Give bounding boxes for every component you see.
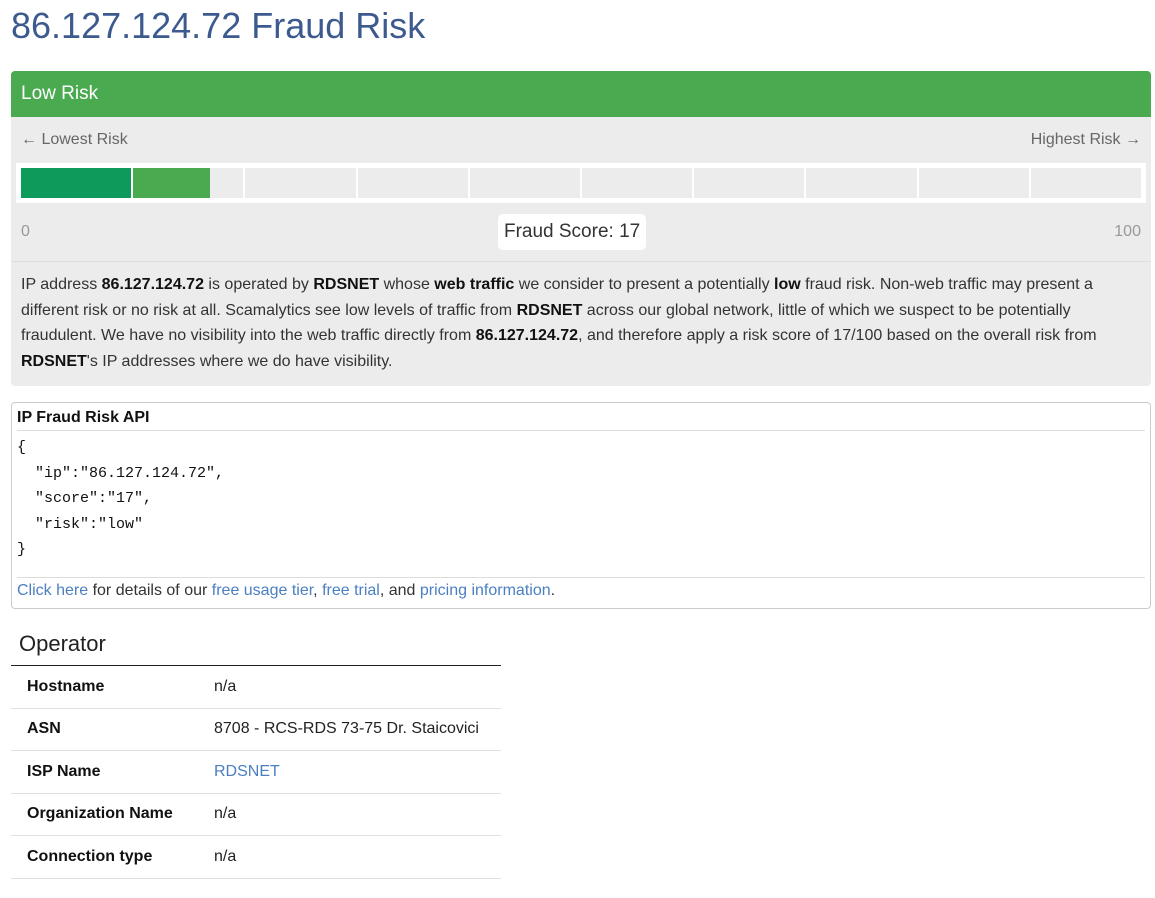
desc-web-traffic: web traffic <box>434 276 515 293</box>
desc-operator: RDSNET <box>516 301 583 319</box>
risk-description: IP address 86.127.124.72 is operated by … <box>11 261 1151 386</box>
risk-bar-segment <box>582 168 693 198</box>
scale-max-label: 100 <box>1114 223 1141 240</box>
pricing-information-link[interactable]: pricing information <box>420 582 551 599</box>
desc-text: 's IP addresses where we do have visibil… <box>86 352 393 370</box>
risk-bar-segment <box>245 168 356 198</box>
score-row: 0 Fraud Score: 17 100 <box>11 203 1151 261</box>
risk-bar-segment <box>694 168 805 198</box>
row-value: n/a <box>213 835 501 879</box>
row-key: ASN <box>11 708 213 751</box>
click-here-link[interactable]: Click here <box>17 582 88 599</box>
risk-bar-segment <box>806 168 917 198</box>
row-value: n/a <box>213 793 501 836</box>
desc-text: we consider to present a potentially <box>514 276 775 293</box>
risk-bar-segment <box>918 168 1029 198</box>
scale-min-label: 0 <box>21 223 30 240</box>
row-value: 8708 - RCS-RDS 73-75 Dr. Staicovici <box>213 708 501 751</box>
risk-scale-labels: ← Lowest Risk Highest Risk → <box>11 117 1151 163</box>
api-links-text: . <box>550 581 556 599</box>
desc-text: , and therefore apply a risk score of 17… <box>578 327 1097 344</box>
operator-title: Operator <box>11 631 501 666</box>
desc-operator: RDSNET <box>21 352 87 370</box>
risk-panel: Low Risk ← Lowest Risk Highest Risk → 0 … <box>11 71 1151 386</box>
row-value: n/a <box>213 665 501 709</box>
api-links-text: for details of our <box>88 581 212 599</box>
free-usage-tier-link[interactable]: free usage tier <box>212 582 313 599</box>
row-key: Organization Name <box>11 793 213 836</box>
api-json-sample: { "ip":"86.127.124.72", "score":"17", "r… <box>17 431 1145 578</box>
api-links-text: , and <box>379 581 420 599</box>
api-links: Click here for details of our free usage… <box>17 578 1145 600</box>
desc-text: is operated by <box>203 276 314 293</box>
free-trial-link[interactable]: free trial <box>322 582 380 599</box>
desc-risk-level: low <box>774 276 801 293</box>
page-title: 86.127.124.72 Fraud Risk <box>11 5 426 46</box>
desc-ip: 86.127.124.72 <box>101 276 204 293</box>
row-key: Hostname <box>11 665 213 709</box>
desc-text: whose <box>379 276 435 293</box>
api-panel: IP Fraud Risk API { "ip":"86.127.124.72"… <box>11 402 1151 609</box>
desc-ip: 86.127.124.72 <box>475 327 579 344</box>
risk-bar-segment <box>357 168 468 198</box>
api-links-text: , <box>313 581 323 599</box>
desc-operator: RDSNET <box>313 276 380 293</box>
lowest-risk-label: ← Lowest Risk <box>21 131 128 148</box>
operator-table: Hostname n/a ASN 8708 - RCS-RDS 73-75 Dr… <box>11 665 501 879</box>
risk-bar-segment <box>21 168 132 198</box>
risk-bar-fill <box>21 168 132 198</box>
risk-score-bar <box>16 163 1146 203</box>
table-row: ASN 8708 - RCS-RDS 73-75 Dr. Staicovici <box>11 708 501 751</box>
isp-name-link[interactable]: RDSNET <box>214 763 280 780</box>
page: 86.127.124.72 Fraud Risk Low Risk ← Lowe… <box>0 0 1155 879</box>
fraud-score-badge: Fraud Score: 17 <box>497 214 647 250</box>
table-row: ISP Name RDSNET <box>11 750 501 794</box>
risk-bar-segment <box>469 168 581 198</box>
risk-level-header: Low Risk <box>11 71 1151 117</box>
risk-bar-segment <box>133 168 244 198</box>
table-row: Connection type n/a <box>11 835 501 879</box>
table-row: Hostname n/a <box>11 665 501 709</box>
row-value-cell: RDSNET <box>213 750 501 794</box>
desc-text: IP address <box>21 276 102 293</box>
api-title: IP Fraud Risk API <box>17 409 1145 431</box>
highest-risk-label: Highest Risk → <box>1030 131 1141 148</box>
risk-bar-segment <box>1030 168 1142 198</box>
row-key: ISP Name <box>11 750 213 794</box>
table-row: Organization Name n/a <box>11 793 501 836</box>
risk-bar-fill <box>133 168 211 198</box>
row-key: Connection type <box>11 835 213 879</box>
